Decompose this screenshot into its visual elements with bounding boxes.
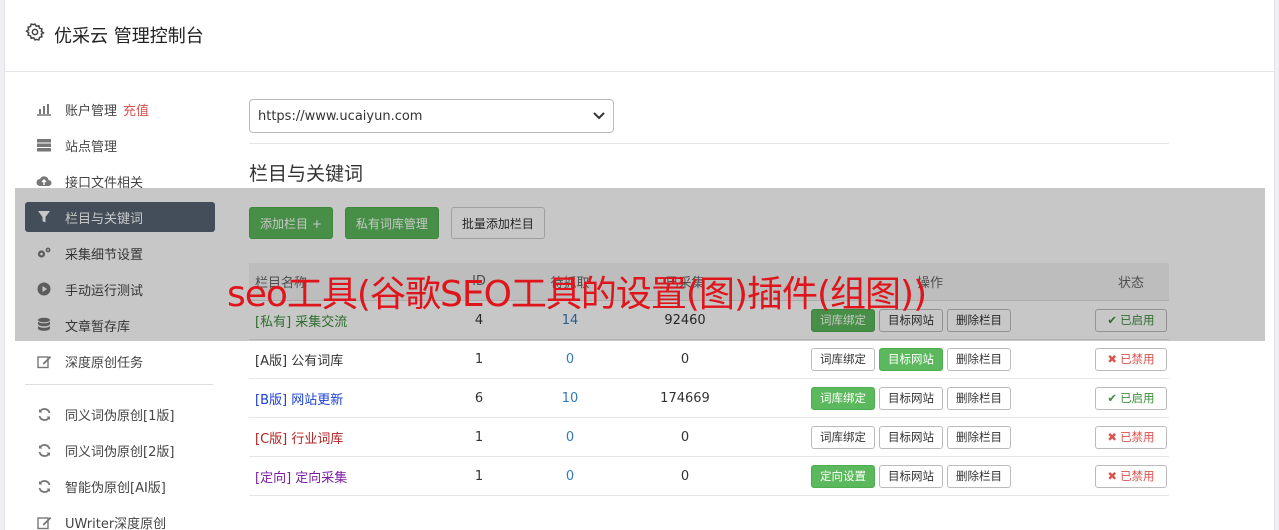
sidebar-item-ai-original[interactable]: 智能伪原创[AI版]: [25, 471, 215, 501]
delete-column-button[interactable]: 删除栏目: [947, 347, 1011, 371]
close-icon: ✖: [1107, 430, 1118, 444]
column-tag: [B版]: [255, 392, 288, 408]
sidebar-item-uwriter[interactable]: UWriter深度原创: [25, 507, 215, 530]
column-name[interactable]: 行业词库: [291, 432, 343, 447]
sidebar-divider: [25, 384, 213, 385]
cell-c3: 174669: [660, 390, 710, 406]
delete-column-button[interactable]: 删除栏目: [947, 386, 1011, 410]
refresh-icon: [35, 477, 53, 495]
sidebar-item-label: 智能伪原创[AI版]: [65, 480, 166, 496]
column-tag: [定向]: [255, 470, 292, 486]
site-select-value: https://www.ucaiyun.com: [258, 108, 423, 124]
sidebar-item-label: 同义词伪原创[1版]: [65, 408, 175, 424]
directed-settings-button[interactable]: 定向设置: [811, 464, 875, 488]
sidebar-item-synonym-v1[interactable]: 同义词伪原创[1版]: [25, 399, 215, 429]
cell-c3: 0: [680, 468, 690, 484]
page-title: 优采云 管理控制台: [54, 26, 204, 47]
sidebar-item-account[interactable]: 账户管理 充值: [25, 94, 215, 124]
bind-lib-button[interactable]: 词库绑定: [811, 425, 875, 449]
table-row: [C版] 行业词库 1 0 0 词库绑定 目标网站 删除栏目 ✖ 已禁用: [249, 418, 1169, 457]
cell-c3: 0: [680, 351, 690, 367]
table-row: [A版] 公有词库 1 0 0 词库绑定 目标网站 删除栏目 ✖ 已禁用: [249, 340, 1169, 379]
chevron-down-icon: [593, 109, 605, 124]
delete-column-button[interactable]: 删除栏目: [947, 425, 1011, 449]
column-tag: [C版]: [255, 431, 288, 447]
bind-lib-button[interactable]: 词库绑定: [811, 347, 875, 371]
close-icon: ✖: [1107, 469, 1118, 483]
refresh-icon: [35, 441, 53, 459]
sidebar-item-label: 账户管理: [65, 103, 118, 119]
cell-c3: 0: [680, 429, 690, 445]
close-icon: ✖: [1107, 352, 1118, 366]
edit-icon: [35, 352, 53, 370]
server-icon: [35, 136, 53, 154]
status-label: 已禁用: [1120, 469, 1155, 483]
column-name[interactable]: 定向采集: [295, 471, 347, 486]
status-toggle[interactable]: ✖ 已禁用: [1095, 347, 1167, 371]
delete-column-button[interactable]: 删除栏目: [947, 464, 1011, 488]
cell-c1: 6: [474, 390, 484, 406]
target-site-button[interactable]: 目标网站: [879, 464, 943, 488]
status-toggle[interactable]: ✖ 已禁用: [1095, 464, 1167, 488]
refresh-icon: [35, 405, 53, 423]
article-headline: seo工具(谷歌SEO工具的设置(图)插件(组图)): [227, 274, 927, 315]
cell-c2: 0: [565, 468, 575, 484]
table-row: [定向] 定向采集 1 0 0 定向设置 目标网站 删除栏目 ✖ 已禁用: [249, 457, 1169, 496]
site-select[interactable]: https://www.ucaiyun.com: [249, 99, 614, 133]
status-toggle[interactable]: ✖ 已禁用: [1095, 425, 1167, 449]
status-label: 已禁用: [1120, 352, 1155, 366]
target-site-button[interactable]: 目标网站: [879, 386, 943, 410]
check-icon: ✔: [1107, 391, 1118, 405]
sidebar-item-synonym-v2[interactable]: 同义词伪原创[2版]: [25, 435, 215, 465]
sidebar-item-sites[interactable]: 站点管理: [25, 130, 215, 160]
sidebar-item-label: 站点管理: [65, 139, 118, 155]
target-site-button[interactable]: 目标网站: [879, 425, 943, 449]
cell-c1: 1: [474, 468, 484, 484]
divider: [249, 143, 1169, 144]
column-tag: [A版]: [255, 353, 288, 369]
sidebar-item-label: 同义词伪原创[2版]: [65, 444, 175, 460]
sidebar-item-deep-original[interactable]: 深度原创任务: [25, 346, 215, 376]
bind-lib-button[interactable]: 词库绑定: [811, 386, 875, 410]
cell-c2: 0: [565, 429, 575, 445]
cell-c1: 1: [474, 429, 484, 445]
status-toggle[interactable]: ✔ 已启用: [1095, 386, 1167, 410]
main-content: https://www.ucaiyun.com 栏目与关键词 添加栏目 + 私有…: [249, 99, 1169, 496]
cell-c2: 0: [565, 351, 575, 367]
table-row: [B版] 网站更新 6 10 174669 词库绑定 目标网站 删除栏目 ✔ 已启…: [249, 379, 1169, 418]
page-header: 优采云 管理控制台: [5, 0, 1274, 72]
target-site-button[interactable]: 目标网站: [879, 347, 943, 371]
cell-c2: 10: [561, 390, 579, 406]
column-name[interactable]: 网站更新: [291, 393, 343, 408]
status-label: 已禁用: [1120, 430, 1155, 444]
status-label: 已启用: [1120, 391, 1155, 405]
sidebar-item-label: 深度原创任务: [65, 355, 144, 371]
sidebar-item-label: UWriter深度原创: [65, 516, 167, 530]
bar-chart-icon: [35, 100, 53, 118]
cell-c1: 1: [474, 351, 484, 367]
recharge-link[interactable]: 充值: [123, 100, 149, 119]
section-title: 栏目与关键词: [249, 163, 364, 185]
column-name[interactable]: 公有词库: [291, 354, 343, 369]
gear-icon: [25, 23, 45, 41]
edit-icon: [35, 513, 53, 530]
